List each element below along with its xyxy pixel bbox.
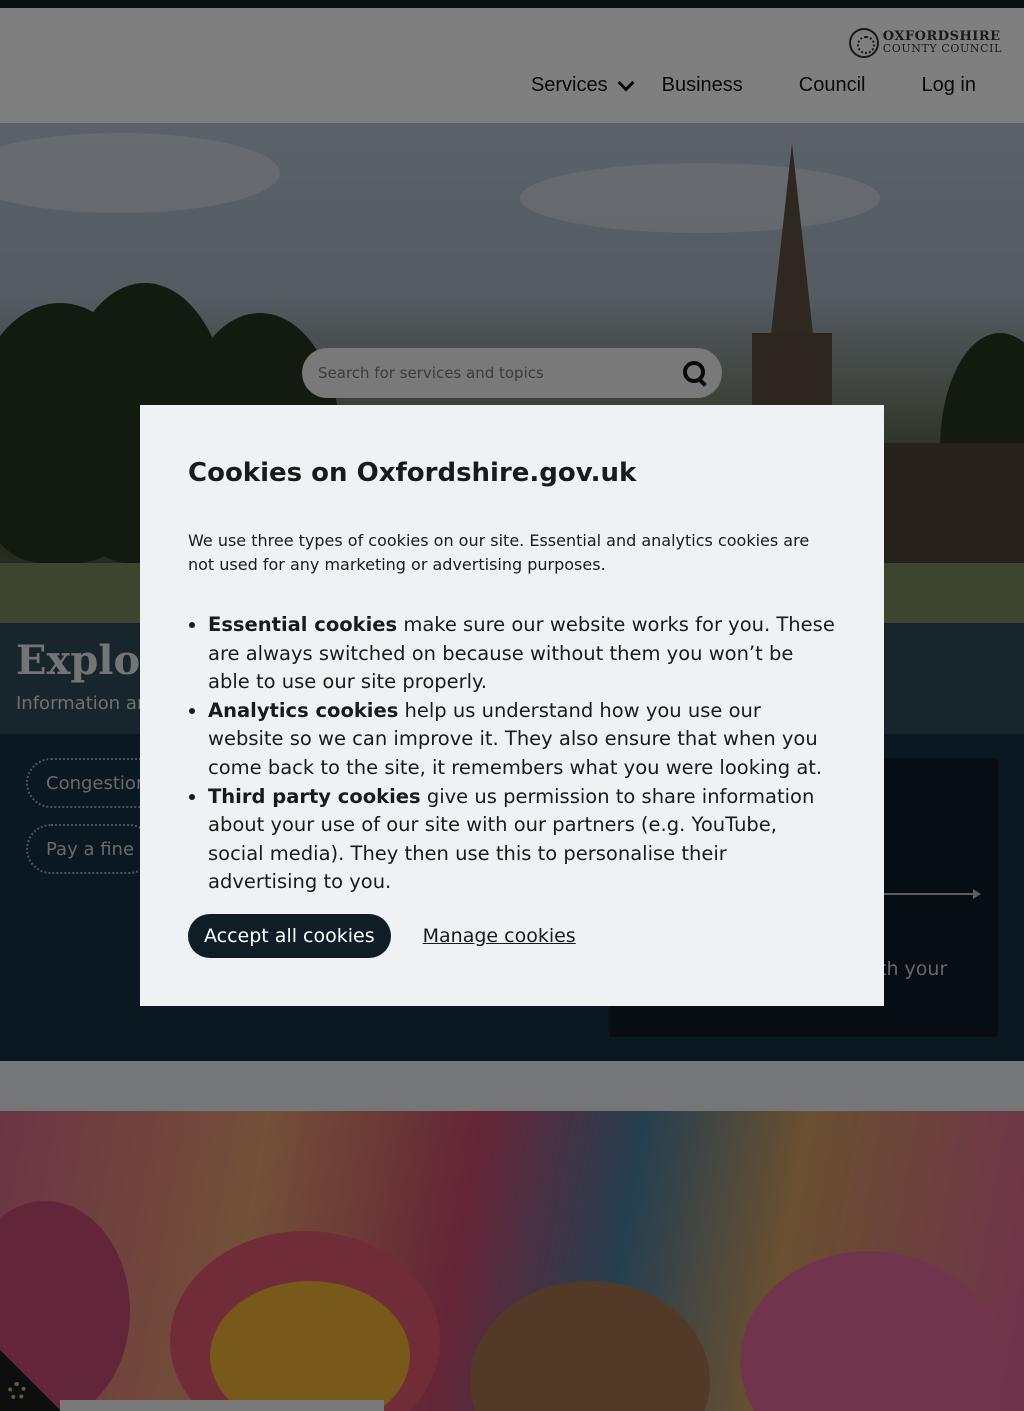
list-item: Essential cookies make sure our website … [208, 611, 836, 697]
cookie-dialog-title: Cookies on Oxfordshire.gov.uk [188, 458, 637, 488]
cookie-dialog-intro: We use three types of cookies on our sit… [188, 531, 810, 574]
list-item: Third party cookies give us permission t… [208, 783, 836, 897]
cookie-dialog: Cookies on Oxfordshire.gov.uk We use thr… [140, 405, 884, 1006]
manage-cookies-link[interactable]: Manage cookies [423, 925, 576, 947]
cookie-type-name: Analytics cookies [208, 698, 399, 722]
cookie-actions: Accept all cookies Manage cookies [188, 914, 576, 958]
cookie-type-list: Essential cookies make sure our website … [188, 611, 836, 897]
cookie-type-name: Third party cookies [208, 784, 421, 808]
list-item: Analytics cookies help us understand how… [208, 697, 836, 783]
cookie-type-name: Essential cookies [208, 613, 398, 636]
accept-all-cookies-button[interactable]: Accept all cookies [188, 914, 391, 958]
